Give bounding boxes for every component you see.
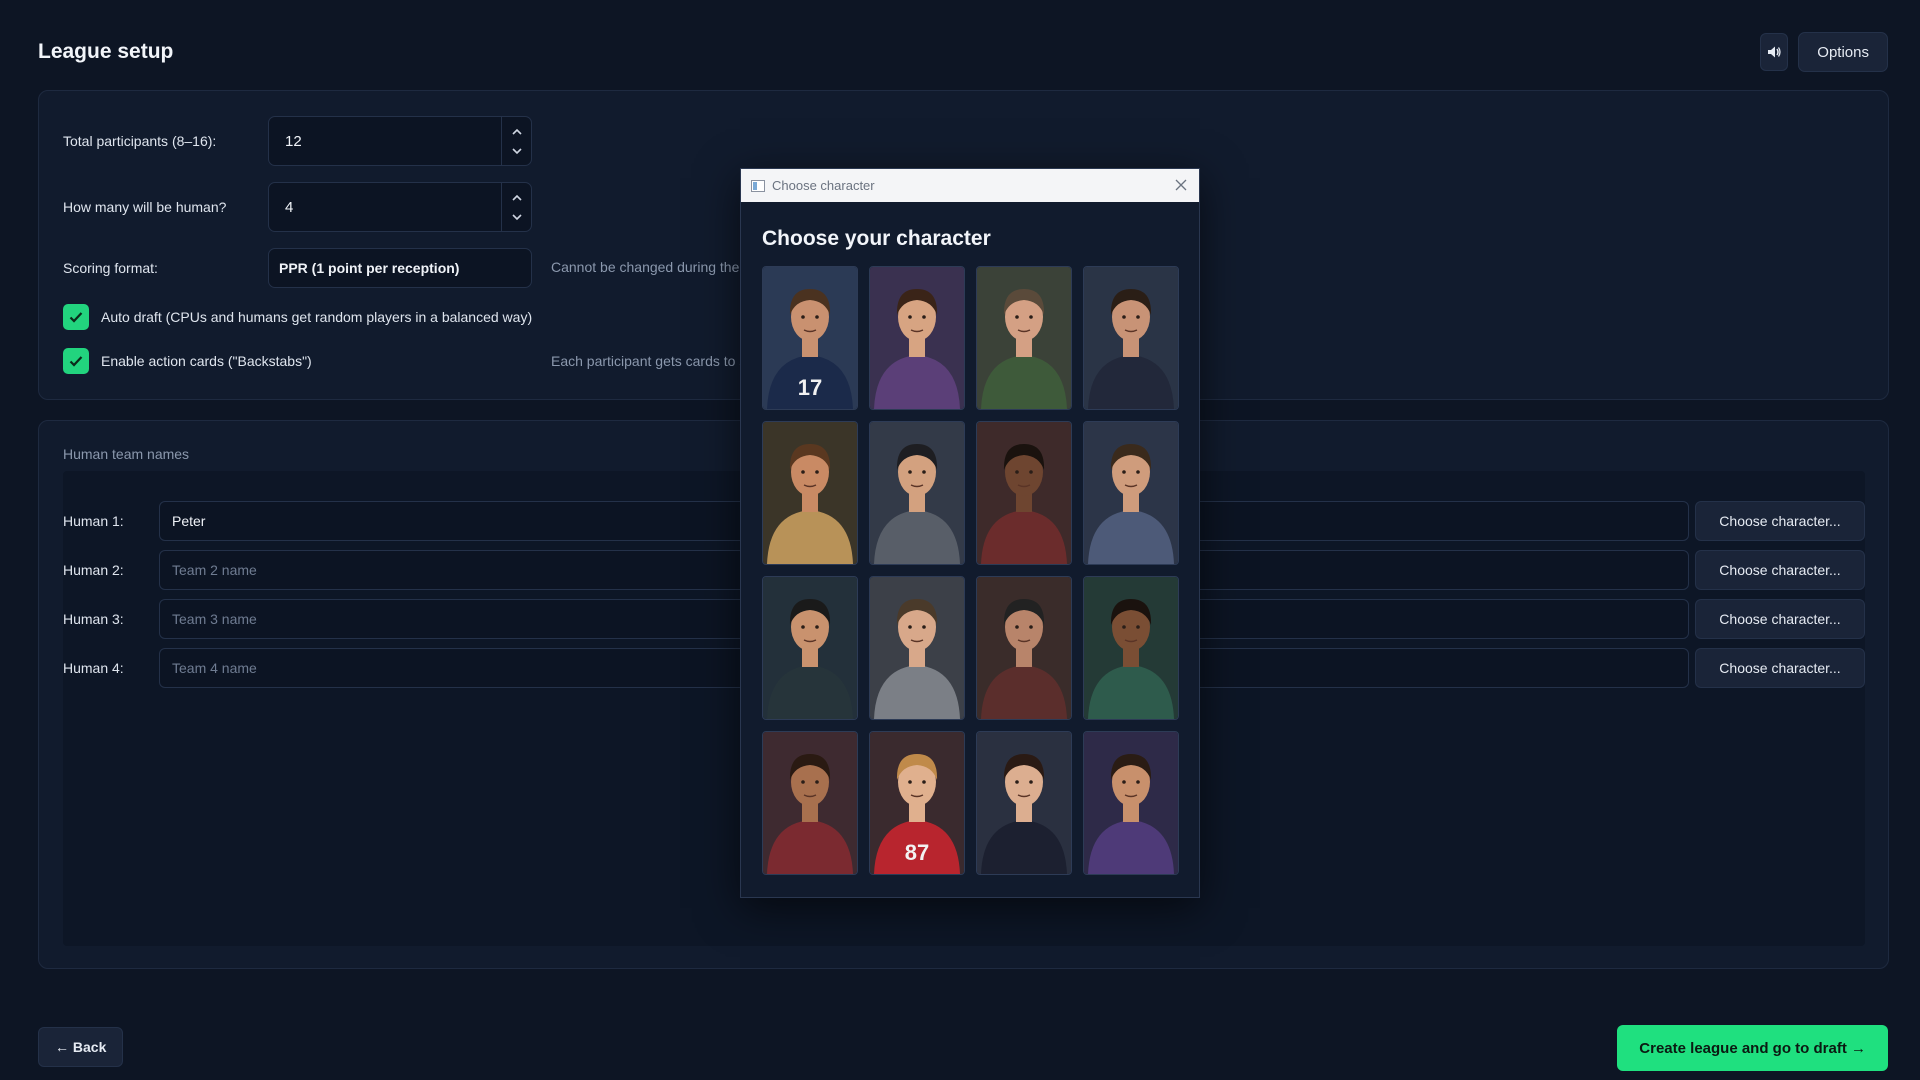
character-portrait: [1084, 732, 1178, 874]
action-cards-checkbox[interactable]: [63, 348, 89, 374]
human-label: Human 4:: [63, 660, 124, 676]
participants-spinbox[interactable]: 12: [268, 116, 532, 166]
checkmark-icon: [69, 356, 83, 367]
chevron-up-icon[interactable]: [511, 128, 522, 135]
speaker-icon: [1768, 46, 1781, 58]
scoring-label: Scoring format:: [63, 260, 158, 276]
character-card[interactable]: [976, 731, 1072, 875]
character-card[interactable]: [869, 576, 965, 720]
character-portrait: [1084, 267, 1178, 409]
character-portrait: 87: [870, 732, 964, 874]
character-portrait: [1084, 577, 1178, 719]
participants-row: Total participants (8–16): 12: [63, 116, 543, 166]
auto-draft-label: Auto draft (CPUs and humans get random p…: [101, 309, 533, 325]
choose-character-button-4[interactable]: Choose character...: [1695, 648, 1865, 688]
character-card[interactable]: [762, 421, 858, 565]
choose-character-button-3[interactable]: Choose character...: [1695, 599, 1865, 639]
humans-count-spinbox[interactable]: 4: [268, 182, 532, 232]
character-card[interactable]: [976, 576, 1072, 720]
character-portrait: [977, 267, 1071, 409]
dialog-titlebar: Choose character: [741, 169, 1199, 202]
character-portrait: [763, 422, 857, 564]
dialog-heading: Choose your character: [762, 227, 991, 250]
character-portrait: [763, 732, 857, 874]
character-card[interactable]: [1083, 731, 1179, 875]
choose-character-dialog: Choose character Choose your character 1…: [740, 168, 1200, 898]
character-grid: 17 87: [762, 266, 1179, 875]
human-label: Human 2:: [63, 562, 124, 578]
sound-button[interactable]: [1760, 33, 1789, 71]
humans-count-label: How many will be human?: [63, 199, 227, 215]
humans-count-row: How many will be human? 4: [63, 182, 543, 232]
chevron-down-icon[interactable]: [511, 213, 522, 221]
options-button[interactable]: Options: [1798, 32, 1888, 72]
character-card[interactable]: [1083, 266, 1179, 410]
character-portrait: [870, 577, 964, 719]
participants-value: 12: [285, 133, 302, 150]
section-title: Human team names: [63, 446, 190, 462]
dialog-window-title: Choose character: [772, 178, 875, 193]
svg-text:17: 17: [798, 375, 822, 400]
chevron-down-icon[interactable]: [511, 147, 522, 155]
participants-label: Total participants (8–16):: [63, 133, 217, 149]
character-card[interactable]: [976, 266, 1072, 410]
back-button[interactable]: ← Back: [38, 1027, 124, 1067]
character-card[interactable]: 87: [869, 731, 965, 875]
character-portrait: [977, 577, 1071, 719]
character-card[interactable]: [1083, 421, 1179, 565]
auto-draft-checkbox[interactable]: [63, 304, 89, 330]
character-card[interactable]: 17: [762, 266, 858, 410]
close-icon[interactable]: [1173, 177, 1189, 193]
character-portrait: [977, 732, 1071, 874]
character-portrait: [977, 422, 1071, 564]
participants-arrows: [501, 117, 531, 165]
checkmark-icon: [69, 312, 83, 323]
humans-count-arrows: [501, 183, 531, 231]
create-league-button[interactable]: Create league and go to draft →: [1617, 1025, 1888, 1071]
window-icon: [751, 179, 765, 192]
character-card[interactable]: [762, 576, 858, 720]
character-portrait: [870, 422, 964, 564]
svg-text:87: 87: [905, 840, 929, 865]
character-card[interactable]: [869, 421, 965, 565]
character-portrait: [870, 267, 964, 409]
character-portrait: [1084, 422, 1178, 564]
choose-character-button-2[interactable]: Choose character...: [1695, 550, 1865, 590]
character-card[interactable]: [762, 731, 858, 875]
choose-character-button-1[interactable]: Choose character...: [1695, 501, 1865, 541]
human-label: Human 3:: [63, 611, 124, 627]
page-title: League setup: [38, 40, 174, 63]
top-actions: Options: [1760, 32, 1888, 72]
character-card[interactable]: [976, 421, 1072, 565]
humans-count-value: 4: [285, 199, 294, 216]
chevron-up-icon[interactable]: [511, 194, 522, 201]
scoring-select[interactable]: PPR (1 point per reception): [268, 248, 532, 288]
action-cards-label: Enable action cards ("Backstabs"): [101, 353, 312, 369]
character-portrait: 17: [763, 267, 857, 409]
auto-draft-row: Auto draft (CPUs and humans get random p…: [63, 302, 532, 332]
character-card[interactable]: [869, 266, 965, 410]
character-card[interactable]: [1083, 576, 1179, 720]
human-label: Human 1:: [63, 513, 124, 529]
character-portrait: [763, 577, 857, 719]
